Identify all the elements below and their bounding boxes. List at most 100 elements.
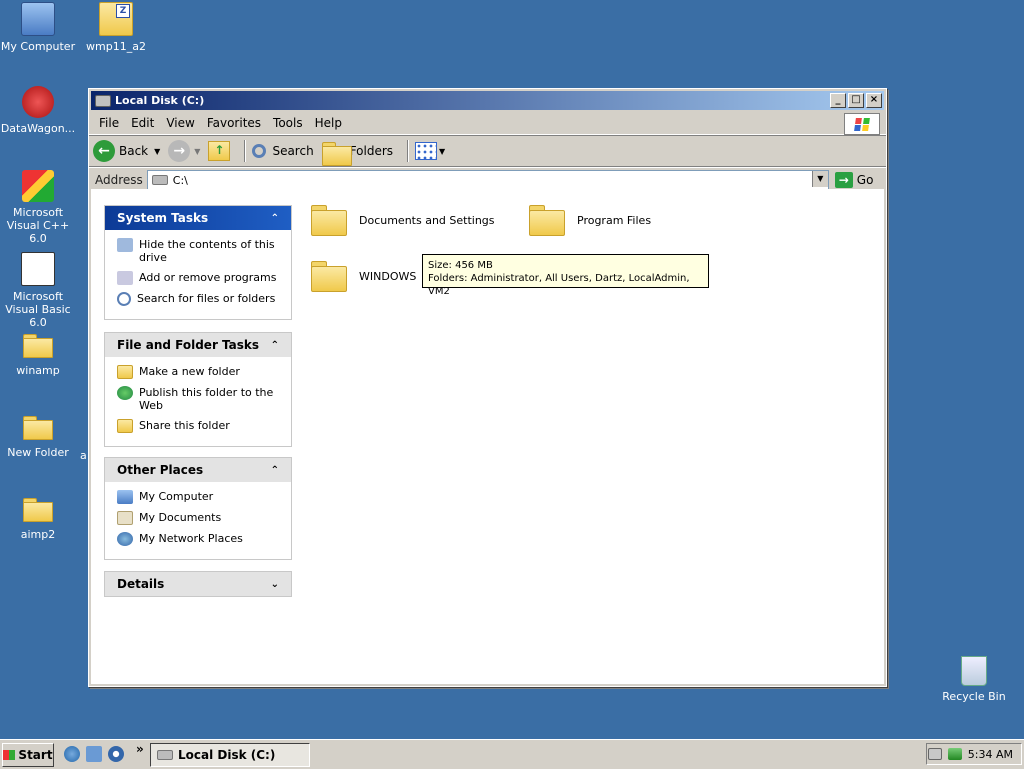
- chevron-down-icon[interactable]: ▼: [439, 147, 445, 156]
- desktop-icon[interactable]: [86, 746, 102, 762]
- menu-edit[interactable]: Edit: [125, 116, 160, 130]
- details-panel: Details ⌄: [104, 571, 292, 597]
- details-header[interactable]: Details ⌄: [105, 572, 291, 596]
- system-tasks-panel: System Tasks ⌃ Hide the contents of this…: [104, 205, 292, 320]
- visual-cpp-icon: [22, 170, 54, 202]
- collapse-icon[interactable]: ⌃: [271, 213, 279, 224]
- quicklaunch-chevron[interactable]: »: [136, 742, 144, 756]
- back-button[interactable]: ← Back ▼: [93, 140, 160, 162]
- task-publish-folder[interactable]: Publish this folder to the Web: [117, 386, 283, 412]
- taskbar: Start » Local Disk (C:) 5:34 AM: [0, 739, 1024, 769]
- windows-flag-icon: [3, 750, 16, 760]
- system-tasks-header[interactable]: System Tasks ⌃: [105, 206, 291, 230]
- desktop-icon-wmp11[interactable]: Z wmp11_a2: [76, 2, 156, 53]
- explorer-window: Local Disk (C:) _ □ × File Edit View Fav…: [88, 88, 887, 687]
- desktop-icon-datawagon[interactable]: DataWagon...: [0, 86, 78, 135]
- collapse-icon[interactable]: ⌃: [271, 465, 279, 476]
- forward-button[interactable]: → ▼: [168, 140, 200, 162]
- place-my-network[interactable]: My Network Places: [117, 532, 283, 546]
- clock[interactable]: 5:34 AM: [968, 748, 1013, 761]
- task-label: Search for files or folders: [137, 292, 276, 305]
- recycle-bin-icon: [961, 656, 987, 686]
- menu-view[interactable]: View: [160, 116, 200, 130]
- back-label: Back: [119, 144, 149, 158]
- search-icon: [252, 144, 267, 158]
- new-folder-icon: [117, 365, 133, 379]
- tooltip-folders: Folders: Administrator, All Users, Dartz…: [428, 273, 690, 297]
- desktop-icon-winamp[interactable]: winamp: [0, 330, 78, 377]
- menu-help[interactable]: Help: [309, 116, 348, 130]
- task-make-new-folder[interactable]: Make a new folder: [117, 365, 283, 379]
- place-my-computer[interactable]: My Computer: [117, 490, 283, 504]
- panel-title: File and Folder Tasks: [117, 338, 260, 352]
- close-button[interactable]: ×: [866, 93, 882, 108]
- menu-bar: File Edit View Favorites Tools Help: [89, 112, 886, 135]
- folder-documents-and-settings[interactable]: Documents and Settings: [311, 205, 495, 236]
- search-button[interactable]: Search: [252, 144, 314, 158]
- task-add-remove-programs[interactable]: Add or remove programs: [117, 271, 283, 285]
- title-bar[interactable]: Local Disk (C:) _ □ ×: [91, 91, 884, 110]
- start-label: Start: [18, 748, 53, 762]
- keyboard-icon[interactable]: [927, 748, 942, 760]
- task-hide-contents[interactable]: Hide the contents of this drive: [117, 238, 283, 264]
- media-player-icon[interactable]: [108, 746, 124, 762]
- start-button[interactable]: Start: [2, 743, 54, 767]
- views-icon: [415, 142, 438, 160]
- forward-arrow-icon: →: [168, 140, 191, 162]
- folders-button[interactable]: Folders: [321, 142, 393, 166]
- desktop-icon-label: Recycle Bin: [942, 690, 1006, 703]
- desktop-icon-label: winamp: [16, 364, 60, 377]
- folder-program-files[interactable]: Program Files: [529, 205, 652, 236]
- address-dropdown-button[interactable]: ▼: [811, 171, 828, 187]
- chevron-down-icon[interactable]: ▼: [154, 147, 160, 156]
- file-folder-tasks-panel: File and Folder Tasks ⌃ Make a new folde…: [104, 332, 292, 447]
- taskbar-window-label: Local Disk (C:): [178, 748, 276, 762]
- folder-icon: [23, 498, 53, 522]
- datawagon-icon: [22, 86, 54, 118]
- address-input[interactable]: C:\ ▼: [146, 170, 829, 190]
- panel-title: Other Places: [117, 463, 204, 477]
- desktop-icon-label: Microsoft Visual Basic 6.0: [5, 290, 71, 329]
- minimize-button[interactable]: _: [830, 93, 846, 108]
- zip-folder-icon: Z: [99, 2, 133, 36]
- expand-icon[interactable]: ⌄: [271, 579, 279, 590]
- desktop-icon-visual-basic[interactable]: Microsoft Visual Basic 6.0: [0, 252, 78, 329]
- go-button[interactable]: → Go: [834, 172, 873, 188]
- task-share-folder[interactable]: Share this folder: [117, 419, 283, 433]
- folder-icon: [311, 205, 347, 236]
- desktop-icon-aimp2[interactable]: aimp2: [0, 494, 78, 541]
- views-button[interactable]: ▼: [415, 142, 445, 160]
- desktop-icon-label: DataWagon...: [0, 122, 76, 135]
- network-tray-icon[interactable]: [947, 748, 962, 760]
- desktop-icon-label: wmp11_a2: [86, 40, 146, 53]
- place-label: My Network Places: [139, 532, 243, 545]
- up-button[interactable]: ↑: [208, 141, 231, 161]
- place-label: My Documents: [139, 511, 222, 524]
- place-my-documents[interactable]: My Documents: [117, 511, 283, 525]
- other-places-panel: Other Places ⌃ My Computer My Documents …: [104, 457, 292, 560]
- collapse-icon[interactable]: ⌃: [271, 340, 279, 351]
- menu-favorites[interactable]: Favorites: [201, 116, 267, 130]
- menu-tools[interactable]: Tools: [267, 116, 309, 130]
- task-search-files[interactable]: Search for files or folders: [117, 292, 283, 306]
- task-label: Hide the contents of this drive: [139, 238, 275, 264]
- desktop-icon-label: My Computer: [0, 40, 76, 53]
- internet-explorer-icon[interactable]: [64, 746, 80, 762]
- folder-icon: [23, 334, 53, 358]
- desktop-icon-new-folder[interactable]: New Folder: [0, 412, 78, 459]
- desktop-icon-recycle-bin[interactable]: Recycle Bin: [934, 656, 1014, 703]
- folder-windows[interactable]: WINDOWS: [311, 261, 416, 292]
- desktop-icon-visual-cpp[interactable]: Microsoft Visual C++ 6.0: [0, 170, 78, 245]
- chevron-down-icon[interactable]: ▼: [194, 147, 200, 156]
- file-folder-tasks-header[interactable]: File and Folder Tasks ⌃: [105, 333, 291, 357]
- menu-file[interactable]: File: [93, 116, 125, 130]
- folder-label: Program Files: [577, 213, 652, 227]
- taskbar-window-local-disk[interactable]: Local Disk (C:): [150, 743, 310, 767]
- task-label: Publish this folder to the Web: [139, 386, 274, 412]
- maximize-button[interactable]: □: [848, 93, 864, 108]
- desktop-icon-my-computer[interactable]: My Computer: [0, 2, 78, 53]
- folder-icon: [23, 416, 53, 440]
- other-places-header[interactable]: Other Places ⌃: [105, 458, 291, 482]
- folder-label: Documents and Settings: [359, 213, 495, 227]
- address-value: C:\: [172, 173, 188, 187]
